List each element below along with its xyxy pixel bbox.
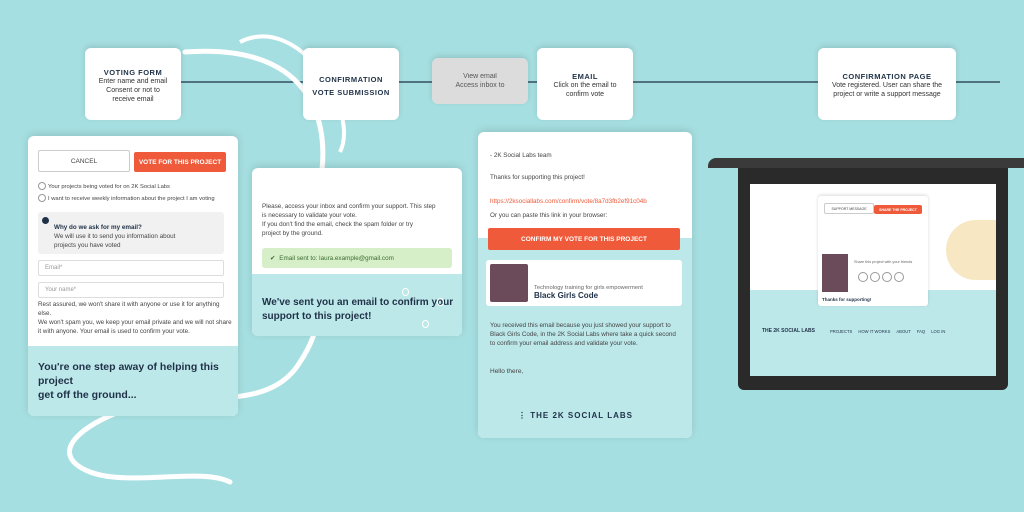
info-icon [42,217,49,224]
voting-form-node-line: Enter name and email [98,78,168,85]
email-field[interactable]: Email* [38,260,224,276]
laptop-tab-support-message[interactable]: SUPPORT MESSAGE [824,203,874,214]
confirmation-headline: We've sent you an email to confirm your [262,297,454,308]
voting-form-node-title: VOTING FORM [103,68,163,77]
email-body-line: You received this email because you just… [490,322,671,329]
confirmation-page-node-line: project or write a support message [833,91,941,99]
paste-hint: Or you can paste this link in your brows… [490,212,608,219]
confirmation-body-line: If you don't find the email, check the s… [262,221,414,228]
why-email-text: projects you have voted [54,242,121,249]
vote-form-header: You're one step away of helping this pro… [28,346,238,416]
brand-logo-icon: ⋮ [518,411,531,420]
consent-checkbox-1-label: I want to receive weekly information abo… [48,196,215,202]
project-card[interactable]: Technology training for girls empowermen… [486,260,682,306]
email-node: EMAIL Click on the email to confirm vote [537,48,633,120]
laptop: THE 2K SOCIAL LABS PROJECTS HOW IT WORKS… [708,158,1024,390]
email-thanks: Thanks for supporting this project! [490,174,585,181]
email-greeting: Hello there, [490,368,524,375]
email-body-line: to confirm your email address and valida… [490,340,638,347]
laptop-brand: THE 2K SOCIAL LABS [762,328,815,334]
laptop-nav-item[interactable]: PROJECTS [830,329,852,334]
confirmation-page-node: CONFIRMATION PAGE Vote registered. User … [818,48,956,120]
share-link-icon[interactable] [894,272,904,282]
consent-checkbox-2[interactable] [38,182,46,190]
why-email-box: Why do we ask for my email? We will use … [38,212,224,254]
consent-checkboxes: I want to receive weekly information abo… [38,178,224,204]
share-facebook-icon[interactable] [858,272,868,282]
confirm-vote-button[interactable]: CONFIRM MY VOTE FOR THIS PROJECT [488,228,680,250]
vote-form-headline-2: get off the ground... [38,389,137,401]
email-brand-text: THE 2K SOCIAL LABS [530,411,633,420]
decorative-blob [946,220,996,280]
laptop-tab-share[interactable]: SHARE THE PROJECT [874,205,922,214]
share-twitter-icon[interactable] [870,272,880,282]
laptop-base [708,158,1024,168]
confirmation-node-title: CONFIRMATION [319,75,383,84]
confirmation-node-subtitle: VOTE SUBMISSION [312,88,390,97]
laptop-nav-item[interactable]: HOW IT WORKS [858,329,890,334]
vote-for-project-button[interactable]: VOTE FOR THIS PROJECT [134,152,226,172]
email-signoff: - 2K Social Labs team [490,152,552,159]
view-email-node: View email Access inbox to [432,58,528,104]
voting-form-node-line: Consent or not to [106,87,160,94]
laptop-modal: Thanks for supporting! Share this projec… [818,196,928,306]
why-email-text: We will use it to send you information a… [54,233,176,240]
email-panel: ⋮ THE 2K SOCIAL LABS Hello there, You re… [478,132,692,438]
laptop-share-hint: Share this project with your friends [854,260,913,264]
consent-checkbox-1[interactable] [38,194,46,202]
cancel-button[interactable]: CANCEL [38,150,130,172]
laptop-nav: PROJECTS HOW IT WORKS ABOUT FAQ LOG IN [830,329,990,334]
laptop-nav-item[interactable]: LOG IN [931,329,945,334]
vote-form-panel: You're one step away of helping this pro… [28,136,238,416]
email-brand: ⋮ THE 2K SOCIAL LABS [518,411,658,420]
laptop-nav-item[interactable]: FAQ [917,329,925,334]
voting-form-node: VOTING FORM Enter name and email Consent… [85,48,181,120]
confirmation-body: Please, access your inbox and confirm yo… [262,202,457,238]
confirmation-body-line: project by the ground. [262,230,323,237]
email-node-line: confirm vote [565,91,605,99]
check-icon: ✔ [270,254,276,262]
flow-diagram-stage: VOTING FORM Enter name and email Consent… [0,0,1024,512]
laptop-nav-item[interactable]: ABOUT [896,329,910,334]
vote-form-body-line: We won't spam you, we keep your email pr… [38,319,232,326]
view-email-node-line: Access inbox to [455,82,505,89]
consent-checkbox-2-label: Your projects being voted for on 2K Soci… [48,184,170,190]
confirm-link[interactable]: https://2ksociallabs.com/confirm/vote/8a… [490,197,685,206]
project-thumbnail [490,264,528,302]
email-sent-banner: ✔ Email sent to: laura.example@gmail.com [262,248,452,268]
laptop-project-thumbnail [822,254,848,292]
confirmation-submission-node: CONFIRMATION VOTE SUBMISSION [303,48,399,120]
confirmation-body-line: is necessary to validate your vote. [262,212,357,219]
email-body: You received this email because you just… [490,321,685,348]
vote-form-headline: You're one step away of helping this pro… [38,361,219,387]
why-email-label[interactable]: Why do we ask for my email? [54,223,220,232]
vote-form-body-line: Rest assured, we won't share it with any… [38,301,220,317]
laptop-screen: THE 2K SOCIAL LABS PROJECTS HOW IT WORKS… [750,184,996,376]
laptop-thanks: Thanks for supporting! [822,297,872,302]
vote-form-body: Rest assured, we won't share it with any… [38,300,233,336]
email-body-line: Black Girls Code, in the 2K Social Labs … [490,331,676,338]
confirmation-body-line: Please, access your inbox and confirm yo… [262,203,436,210]
vote-form-body-line: it with anyone. Your email is used to co… [38,328,190,335]
name-field[interactable]: Your name* [38,282,224,298]
confirmation-panel-header: We've sent you an email to confirm your … [252,274,462,336]
voting-form-node-line: receive email [112,96,154,103]
share-whatsapp-icon[interactable] [882,272,892,282]
confirmation-panel: We've sent you an email to confirm your … [252,168,462,336]
project-name: Black Girls Code [534,291,599,300]
view-email-node-line: View email [463,73,497,80]
email-sent-text: Email sent to: laura.example@gmail.com [279,254,394,262]
